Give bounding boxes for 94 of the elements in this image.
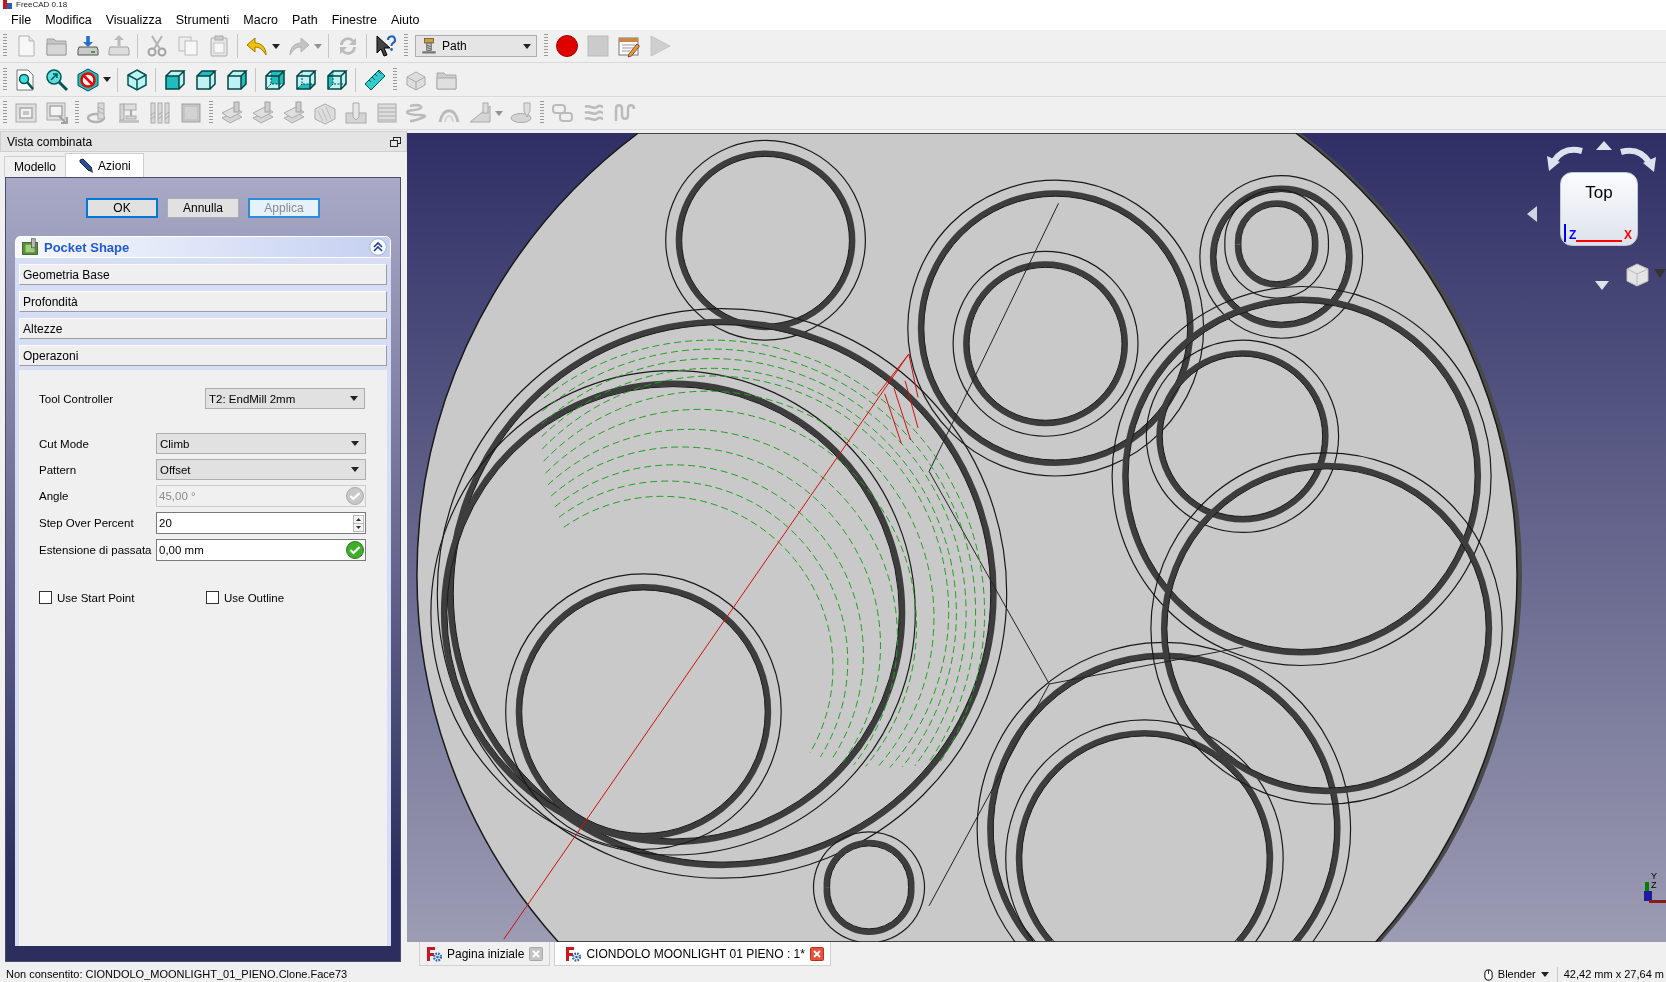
caret-icon[interactable] (103, 77, 111, 82)
no-entry-hexagon-icon[interactable] (75, 67, 100, 92)
caret-icon (1540, 972, 1549, 977)
pointer-question-icon[interactable] (373, 34, 398, 58)
app-logo-icon (565, 945, 582, 962)
notepad-pencil-icon[interactable] (616, 34, 641, 58)
input-field[interactable]: 0,00 mm (156, 539, 366, 561)
document-tab[interactable]: CIONDOLO MOONLIGHT 01 PIENO : 1* (554, 942, 831, 966)
menu-item[interactable]: Finestre (324, 10, 384, 29)
toolbar-handle[interactable] (404, 34, 408, 58)
field-label: Step Over Percent (39, 517, 135, 529)
spin-arrows-icon[interactable] (353, 514, 364, 532)
axis-indicator: X (1576, 228, 1632, 242)
caret-icon[interactable] (272, 43, 280, 49)
section-header[interactable]: Operazoni (19, 345, 387, 366)
axis-indicator: Z (1564, 224, 1577, 242)
spin-box[interactable]: 20 (156, 512, 366, 534)
toolbar-handle[interactable] (3, 101, 7, 125)
field-label: Estensione di passata (39, 544, 153, 556)
toolbar-handle[interactable] (3, 34, 7, 58)
navigation-style-dropdown[interactable]: Blender (1483, 967, 1558, 982)
left-triangle-icon[interactable] (1527, 206, 1537, 222)
toolbar-handle[interactable] (544, 34, 548, 58)
pocket-block-icon (21, 238, 39, 256)
cube-right-face-icon[interactable] (224, 67, 249, 92)
menu-triangle-icon[interactable] (1654, 269, 1666, 278)
up-triangle-icon[interactable] (1596, 141, 1612, 150)
window-title: FreeCAD 0.18 (16, 0, 68, 9)
close-icon[interactable] (809, 946, 824, 961)
dialog-button[interactable]: OK (86, 198, 158, 218)
check-circle-icon (346, 487, 364, 505)
menu-item[interactable]: File (4, 10, 39, 29)
dimensions-label: 42,42 mm x 27,64 m (1563, 967, 1665, 982)
menu-item[interactable]: Aiuto (383, 10, 427, 29)
dropdown[interactable]: Offset (156, 459, 366, 480)
task-box-title: Pocket Shape (44, 239, 131, 255)
cube-front-face-icon[interactable] (162, 67, 187, 92)
dialog-button[interactable]: Annulla (167, 198, 239, 218)
check-circle-icon (346, 541, 364, 559)
ruler-icon[interactable] (362, 67, 387, 92)
disk-drive-icon[interactable] (75, 34, 100, 58)
rotate-right-arrow-icon[interactable] (1620, 147, 1657, 173)
menu-item[interactable]: Modifica (38, 10, 99, 29)
menu-item[interactable]: Macro (236, 10, 285, 29)
section-header[interactable]: Altezze (19, 318, 387, 339)
dock-title: Vista combinata (7, 134, 93, 149)
document-tab[interactable]: Pagina iniziale (419, 942, 551, 966)
checkbox[interactable] (206, 591, 219, 604)
tool-controller-dropdown[interactable]: T2: EndMill 2mm (205, 388, 365, 409)
record-circle-icon[interactable] (554, 34, 579, 58)
dropdown[interactable]: Climb (156, 433, 366, 454)
status-message: Non consentito: CIONDOLO_MOONLIGHT_01_PIENO.Clone.Face73 (6, 967, 349, 982)
toolbar-handle[interactable] (393, 67, 397, 92)
cube-left-face-icon[interactable] (324, 67, 349, 92)
menu-item[interactable]: Visualizza (98, 10, 169, 29)
rotate-left-arrow-icon[interactable] (1546, 146, 1583, 172)
checkbox-label: Use Outline (224, 591, 285, 604)
menu-item[interactable]: Strumenti (168, 10, 237, 29)
toolbar-handle[interactable] (3, 67, 7, 92)
caret-icon (351, 441, 359, 446)
toolbar-handle[interactable] (209, 101, 213, 125)
pencil-icon (78, 157, 95, 174)
panel-tab[interactable]: Azioni (65, 153, 144, 177)
field-label: Pattern (39, 463, 78, 476)
mouse-icon (1483, 968, 1493, 981)
workbench-dropdown[interactable]: Path (415, 35, 537, 57)
menu-item[interactable]: Path (285, 10, 325, 29)
panel-tab[interactable]: Modello (4, 156, 67, 177)
small-cube-icon[interactable] (1625, 262, 1650, 287)
cube-bottom-face-icon[interactable] (293, 67, 318, 92)
section-header[interactable]: Profondità (19, 291, 387, 312)
magnifier-arrow-icon[interactable] (44, 67, 69, 92)
cube-rear-face-icon[interactable] (262, 67, 287, 92)
collapse-icon[interactable] (369, 238, 387, 256)
field-label: Cut Mode (39, 437, 90, 450)
toolbar-handle[interactable] (540, 101, 544, 125)
field-label: Angle (39, 490, 70, 502)
axis-indicator: Z (1644, 880, 1657, 901)
checkbox[interactable] (39, 591, 52, 604)
app-logo-icon (426, 945, 442, 962)
toolbar-handle[interactable] (75, 101, 79, 125)
down-triangle-icon[interactable] (1595, 281, 1609, 290)
field-label: Tool Controller (39, 392, 115, 405)
app-logo-icon (3, 0, 12, 9)
caret-icon (350, 396, 358, 401)
checkbox-label: Use Start Point (57, 591, 135, 604)
caret-icon (523, 43, 531, 49)
section-header[interactable]: Geometria Base (19, 264, 387, 285)
caret-icon (351, 467, 359, 472)
wire-cube-icon[interactable] (124, 67, 149, 92)
cube-top-face-icon[interactable] (193, 67, 218, 92)
end-mill-icon (420, 37, 438, 55)
model-viewport[interactable]: Top Z X Y Z (407, 133, 1666, 942)
restore-window-icon[interactable] (390, 136, 401, 147)
